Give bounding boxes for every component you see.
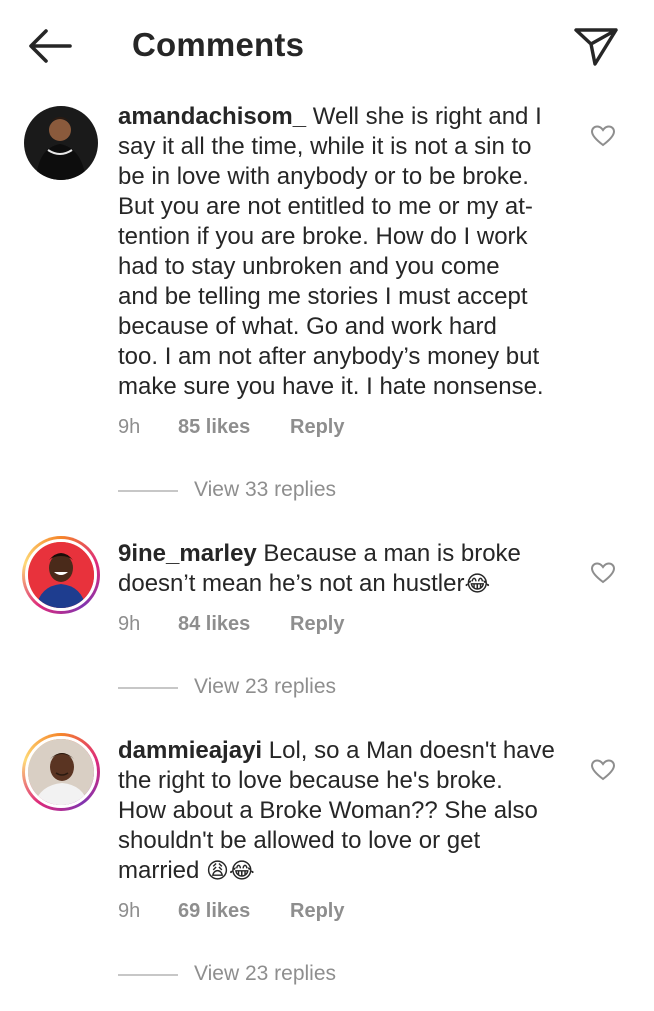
divider [118,490,178,492]
comment-time: 9h [118,416,141,438]
like-heart-icon[interactable] [590,124,616,148]
paper-plane-icon [574,28,618,66]
comment-time: 9h [118,900,141,922]
view-replies-button[interactable]: View 23 replies [118,962,418,988]
like-heart-icon[interactable] [590,561,616,585]
avatar[interactable] [22,733,100,811]
divider [118,974,178,976]
comment-likes[interactable]: 84 likes [178,613,250,636]
avatar-image [24,106,98,180]
comment-text: dammieajayi Lol, so a Man doesn't have t… [118,737,555,884]
view-replies-button[interactable]: View 33 replies [118,478,418,504]
comment-meta: 9h 84 likes Reply [118,613,418,639]
comment-username[interactable]: amandachisom_ [118,103,306,130]
comment-time: 9h [118,613,141,635]
avatar[interactable] [22,536,100,614]
avatar[interactable] [24,106,98,180]
comment-likes[interactable]: 85 likes [178,416,250,439]
reply-button[interactable]: Reply [290,613,344,636]
divider [118,687,178,689]
comment-username[interactable]: 9ine_marley [118,540,257,567]
comment-likes[interactable]: 69 likes [178,900,250,923]
back-button[interactable] [26,26,74,66]
comment-text: 9ine_marley Because a man is broke doesn… [118,540,521,597]
emoji: 😩😂 [206,859,255,884]
view-replies-button[interactable]: View 23 replies [118,675,418,701]
avatar-image [28,542,94,608]
avatar-image [28,739,94,805]
comment-text: amandachisom_ Well she is right and I sa… [118,103,544,400]
reply-button[interactable]: Reply [290,416,344,439]
emoji: 😂 [464,572,491,597]
comment-meta: 9h 69 likes Reply [118,900,418,926]
comment-username[interactable]: dammieajayi [118,737,262,764]
comment-meta: 9h 85 likes Reply [118,416,418,442]
reply-button[interactable]: Reply [290,900,344,923]
arrow-left-icon [29,29,72,63]
header-bar: Comments [0,0,654,94]
share-button[interactable] [572,24,620,68]
page-title: Comments [132,26,305,63]
like-heart-icon[interactable] [590,758,616,782]
